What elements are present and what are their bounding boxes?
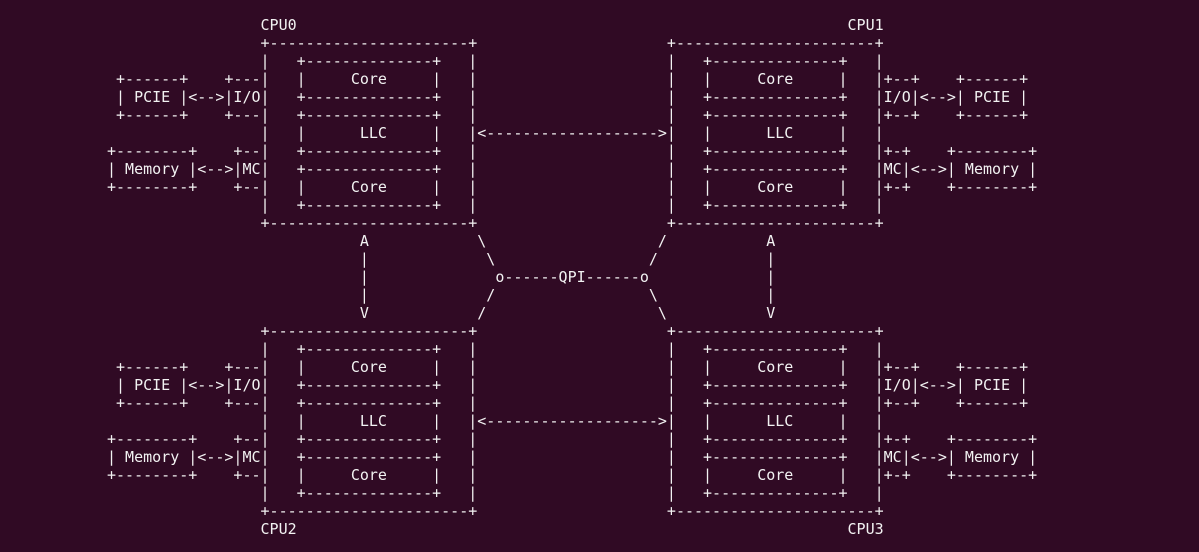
diagram-line: A \ / A [107,232,776,250]
diagram-line: +------+ +---| +--------------+ | | +---… [107,106,1029,124]
diagram-line: | PCIE |<-->|I/O| +--------------+ | | +… [107,88,1029,106]
diagram-line: | +--------------+ | | +--------------+ … [107,484,884,502]
diagram-line: +------+ +---| +--------------+ | | +---… [107,394,1029,412]
diagram-line: +----------------------+ +--------------… [107,502,884,520]
diagram-line: CPU2 CPU3 [107,520,884,538]
diagram-line: +------+ +---| | Core | | | | Core | |+-… [107,70,1029,88]
diagram-line: | | LLC | |<------------------->| | LLC … [107,412,884,430]
diagram-line: | | LLC | |<------------------->| | LLC … [107,124,884,142]
diagram-line: | / \ | [107,286,776,304]
diagram-line: +--------+ +--| | Core | | | | Core | |+… [107,178,1038,196]
diagram-line: V / \ V [107,304,776,322]
diagram-line: +----------------------+ +--------------… [107,322,884,340]
diagram-line: | Memory |<-->|MC| +--------------+ | | … [107,160,1038,178]
diagram-line: | +--------------+ | | +--------------+ … [107,340,884,358]
diagram-line: +--------+ +--| | Core | | | | Core | |+… [107,466,1038,484]
diagram-line: | Memory |<-->|MC| +--------------+ | | … [107,448,1038,466]
diagram-line: +----------------------+ +--------------… [107,214,884,232]
diagram-line: +--------+ +--| +--------------+ | | +--… [107,142,1038,160]
diagram-line: | +--------------+ | | +--------------+ … [107,196,884,214]
cpu-topology-ascii-diagram: CPU0 CPU1 +----------------------+ +----… [107,16,1037,538]
diagram-line: | o------QPI------o | [107,268,776,286]
diagram-line: | +--------------+ | | +--------------+ … [107,52,884,70]
diagram-line: +--------+ +--| +--------------+ | | +--… [107,430,1038,448]
diagram-line: CPU0 CPU1 [107,16,884,34]
diagram-line: +------+ +---| | Core | | | | Core | |+-… [107,358,1029,376]
diagram-line: +----------------------+ +--------------… [107,34,884,52]
diagram-line: | \ / | [107,250,776,268]
diagram-line: | PCIE |<-->|I/O| +--------------+ | | +… [107,376,1029,394]
